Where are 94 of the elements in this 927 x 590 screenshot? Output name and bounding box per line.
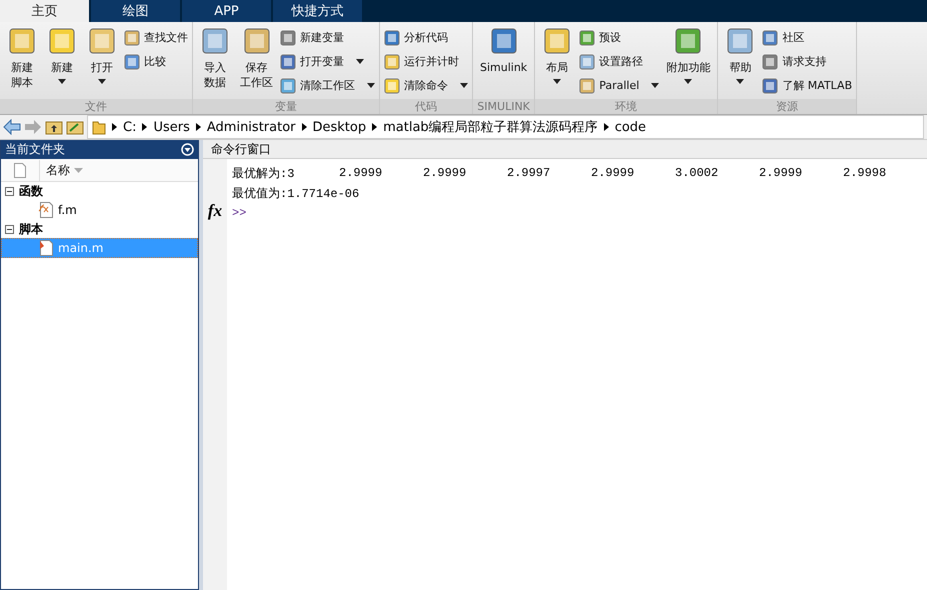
ribbon-button[interactable]: Simulink xyxy=(477,26,530,99)
function-browser-icon[interactable]: fx xyxy=(208,201,222,221)
toolbar-icon xyxy=(579,78,596,94)
ribbon-tab[interactable]: 快捷方式 xyxy=(273,0,362,22)
tree-group[interactable]: 函数 xyxy=(1,182,198,200)
ribbon-group-label: 环境 xyxy=(535,99,718,114)
toolbar-icon xyxy=(200,26,230,56)
ribbon-group-label: 变量 xyxy=(193,99,379,114)
ribbon-tab[interactable]: APP xyxy=(182,0,271,22)
ribbon-tab[interactable]: 主页 xyxy=(0,0,89,22)
script-file-icon xyxy=(38,202,54,218)
pane-title: 当前文件夹 xyxy=(5,141,65,158)
ribbon-button[interactable]: 保存 工作区 xyxy=(237,26,276,99)
toolbar-icon xyxy=(762,54,778,70)
back-arrow-icon[interactable] xyxy=(3,119,21,135)
ribbon-button[interactable]: 了解 MATLAB xyxy=(762,75,852,96)
breadcrumb-item[interactable]: matlab编程局部粒子群算法源码程序 xyxy=(383,118,598,136)
breadcrumb-arrow-icon xyxy=(142,123,148,131)
output-text: 2.9999 xyxy=(423,166,468,180)
toolbar-icon xyxy=(280,30,296,46)
toolbar-icon xyxy=(384,30,400,46)
pane-menu-icon[interactable] xyxy=(181,143,194,156)
ribbon-button[interactable]: 新建 xyxy=(44,26,80,99)
ribbon-button[interactable]: 社区 xyxy=(762,27,852,48)
toolbar-icon xyxy=(725,26,756,56)
output-text: 最优解为:3 xyxy=(232,166,296,182)
breadcrumb-arrow-icon xyxy=(196,123,201,131)
toolbar-icon xyxy=(673,26,704,56)
toolbar-icon xyxy=(762,30,778,46)
ribbon-button[interactable]: 设置路径 xyxy=(579,51,660,72)
toolbar-icon xyxy=(47,26,77,56)
toolbar-icon xyxy=(124,54,140,70)
output-text: 2.9999 xyxy=(591,166,636,180)
toolbar-icon xyxy=(488,26,519,56)
file-item[interactable]: f.m xyxy=(1,200,198,220)
breadcrumb-item[interactable]: Administrator xyxy=(206,120,296,134)
ribbon-group-label: 资源 xyxy=(718,99,856,114)
breadcrumb-arrow-icon xyxy=(372,123,378,131)
ribbon-group-label: SIMULINK xyxy=(473,99,534,114)
toolbar-icon xyxy=(7,26,37,56)
toolbar-icon xyxy=(579,54,596,70)
ribbon-button[interactable]: Parallel xyxy=(579,75,660,96)
folder-browse-icon[interactable] xyxy=(66,119,84,135)
output-text: 2.9999 xyxy=(339,166,384,180)
toolbar-icon xyxy=(579,30,596,46)
breadcrumb-arrow-icon xyxy=(112,123,117,131)
panel-title: 命令行窗口 xyxy=(211,140,271,158)
output-text: 2.9998 xyxy=(843,166,888,180)
ribbon-button[interactable]: 查找文件 xyxy=(124,27,188,48)
script-file-icon xyxy=(38,240,54,256)
folder-up-icon[interactable] xyxy=(45,119,63,135)
toolbar-icon xyxy=(542,26,572,56)
ribbon-button[interactable]: 清除工作区 xyxy=(280,75,375,96)
breadcrumb-item[interactable]: Users xyxy=(153,120,190,134)
command-prompt[interactable]: >> xyxy=(232,206,246,220)
ribbon-button[interactable]: 新建变量 xyxy=(280,27,375,48)
breadcrumb-item[interactable]: Desktop xyxy=(312,120,366,134)
ribbon-button[interactable]: 导入 数据 xyxy=(197,26,233,99)
ribbon-button[interactable]: 运行并计时 xyxy=(384,51,468,72)
output-text: 最优值为:1.7714e-06 xyxy=(232,186,360,202)
ribbon-button[interactable]: 分析代码 xyxy=(384,27,468,48)
breadcrumb-item[interactable]: code xyxy=(614,120,646,134)
collapse-icon[interactable] xyxy=(5,224,14,234)
toolbar-icon xyxy=(124,30,140,46)
ribbon-group-label: 代码 xyxy=(380,99,472,114)
ribbon-button[interactable]: 打开 xyxy=(84,26,120,99)
tree-group[interactable]: 脚本 xyxy=(1,220,198,238)
folder-icon xyxy=(92,119,106,135)
output-text: 3.0002 xyxy=(675,166,720,180)
toolbar-icon xyxy=(384,54,400,70)
ribbon-tab[interactable]: 绘图 xyxy=(91,0,180,22)
ribbon-button[interactable]: 布局 xyxy=(539,26,576,99)
ribbon-button[interactable]: 比较 xyxy=(124,51,188,72)
ribbon-button[interactable]: 新建 脚本 xyxy=(4,26,40,99)
file-column-icon xyxy=(14,162,26,178)
output-text: 2.9997 xyxy=(507,166,552,180)
ribbon-group-label: 文件 xyxy=(0,99,192,114)
toolbar-icon xyxy=(280,54,296,70)
ribbon-button[interactable]: 请求支持 xyxy=(762,51,852,72)
ribbon-button[interactable]: 打开变量 xyxy=(280,51,375,72)
breadcrumb-item[interactable]: C: xyxy=(123,120,136,134)
output-text: 2.9999 xyxy=(759,166,804,180)
ribbon-button[interactable]: 预设 xyxy=(579,27,660,48)
toolbar-icon xyxy=(280,78,296,94)
ribbon-button[interactable]: 附加功能 xyxy=(663,26,714,99)
toolbar-icon xyxy=(87,26,117,56)
ribbon-button[interactable]: 清除命令 xyxy=(384,75,468,96)
breadcrumb-arrow-icon xyxy=(302,123,306,131)
toolbar-icon xyxy=(384,78,400,94)
ribbon-button[interactable]: 帮助 xyxy=(722,26,758,99)
collapse-icon[interactable] xyxy=(5,186,14,196)
toolbar-icon xyxy=(242,26,272,56)
breadcrumb-arrow-icon xyxy=(604,123,609,131)
toolbar-icon xyxy=(762,78,778,94)
